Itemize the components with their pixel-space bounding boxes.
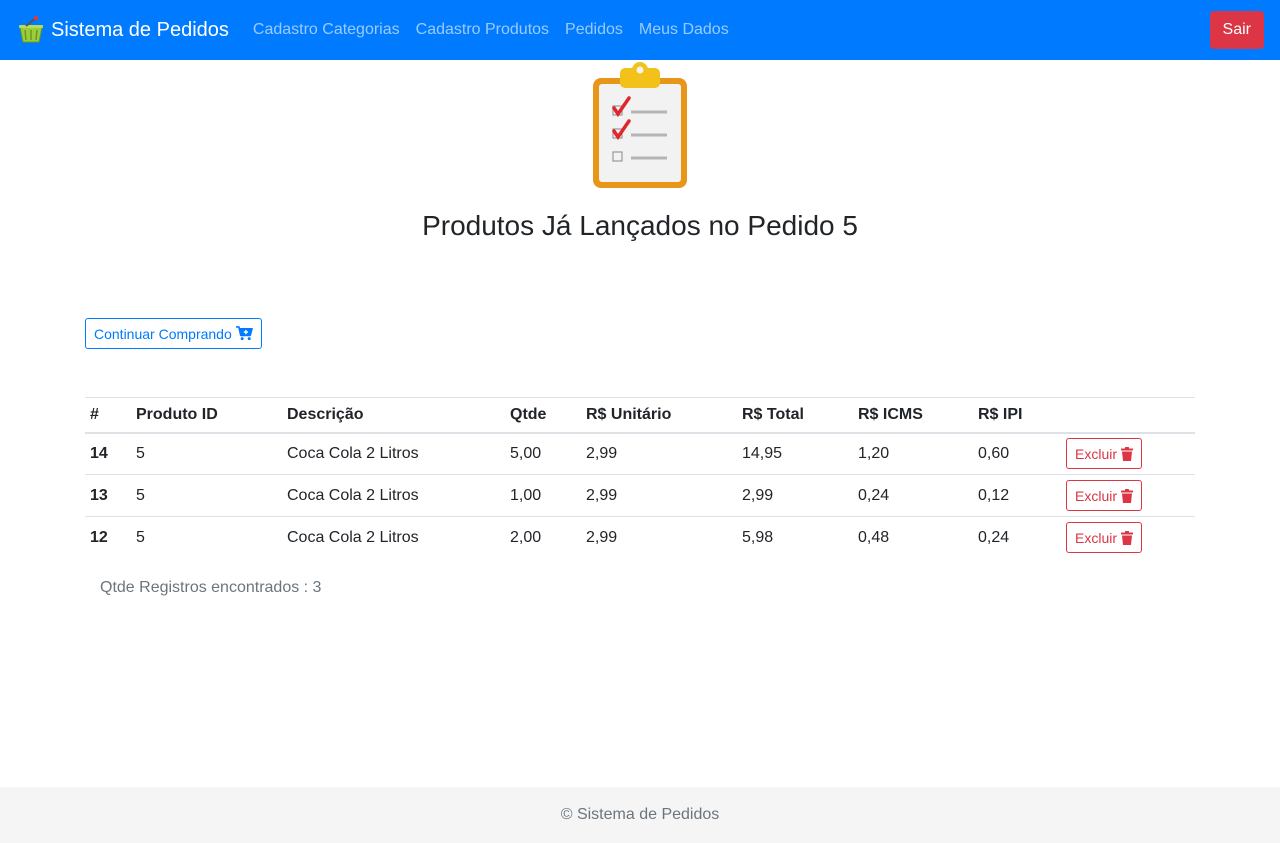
cell-descricao: Coca Cola 2 Litros: [287, 486, 419, 504]
nav-link-pedidos[interactable]: Pedidos: [557, 21, 631, 39]
cell-produto-id: 5: [136, 486, 145, 504]
cell-descricao: Coca Cola 2 Litros: [287, 528, 419, 546]
delete-button[interactable]: Excluir: [1066, 522, 1143, 554]
trash-icon: [1121, 446, 1134, 461]
cell-actions: Excluir: [1061, 517, 1195, 559]
table-row: 14 5 Coca Cola 2 Litros 5,00 2,99 14,95 …: [85, 433, 1195, 475]
page-title: Produtos Já Lançados no Pedido 5: [422, 210, 858, 241]
header-descricao: Descrição: [287, 405, 364, 423]
trash-icon: [1121, 530, 1134, 545]
cell-total: 5,98: [742, 528, 774, 546]
delete-label: Excluir: [1075, 487, 1118, 504]
header-ipi: R$ IPI: [978, 405, 1023, 423]
cell-id: 14: [90, 444, 108, 462]
clipboard-checklist-icon: [593, 62, 687, 188]
delete-label: Excluir: [1075, 529, 1118, 546]
header-unitario: R$ Unitário: [586, 405, 672, 423]
cell-unitario: 2,99: [586, 528, 618, 546]
header-id: #: [90, 405, 99, 423]
delete-button[interactable]: Excluir: [1066, 480, 1143, 511]
basket-icon: [19, 16, 43, 43]
cell-descricao: Coca Cola 2 Litros: [287, 444, 419, 462]
logout-button[interactable]: Sair: [1209, 11, 1264, 49]
footer-text: © Sistema de Pedidos: [560, 806, 720, 823]
delete-button[interactable]: Excluir: [1066, 438, 1143, 470]
delete-label: Excluir: [1075, 445, 1118, 462]
header-icms: R$ ICMS: [858, 405, 923, 423]
cell-icms: 1,20: [858, 444, 890, 462]
nav-link-cadastro-produtos[interactable]: Cadastro Produtos: [408, 21, 557, 39]
header-qtde: Qtde: [510, 405, 547, 423]
cell-ipi: 0,24: [978, 528, 1010, 546]
header-total: R$ Total: [742, 405, 804, 423]
brand-link[interactable]: Sistema de Pedidos: [16, 15, 229, 45]
table-row: 12 5 Coca Cola 2 Litros 2,00 2,99 5,98 0…: [85, 517, 1195, 559]
cell-total: 14,95: [742, 444, 783, 462]
continue-shopping-button[interactable]: Continuar Comprando: [85, 318, 262, 349]
footer: © Sistema de Pedidos: [0, 787, 1280, 843]
cell-produto-id: 5: [136, 444, 145, 462]
table-header-row: # Produto ID Descrição Qtde R$ Unitário …: [85, 397, 1195, 433]
cell-actions: Excluir: [1061, 433, 1195, 475]
cell-id: 12: [90, 528, 108, 546]
brand-label: Sistema de Pedidos: [51, 18, 229, 41]
cell-qtde: 2,00: [510, 528, 542, 546]
continue-shopping-label: Continuar Comprando: [94, 325, 232, 342]
nav-link-meus-dados[interactable]: Meus Dados: [631, 21, 737, 39]
cart-plus-icon: [235, 326, 253, 341]
order-items-table: # Produto ID Descrição Qtde R$ Unitário …: [85, 397, 1195, 559]
cell-total: 2,99: [742, 486, 774, 504]
cell-id: 13: [90, 486, 108, 504]
cell-unitario: 2,99: [586, 486, 618, 504]
cell-qtde: 5,00: [510, 444, 542, 462]
cell-qtde: 1,00: [510, 486, 542, 504]
records-count: Qtde Registros encontrados : 3: [100, 579, 322, 596]
header-produto-id: Produto ID: [136, 405, 218, 423]
cell-actions: Excluir: [1061, 475, 1195, 517]
nav-link-cadastro-categorias[interactable]: Cadastro Categorias: [245, 21, 408, 39]
table-row: 13 5 Coca Cola 2 Litros 1,00 2,99 2,99 0…: [85, 475, 1195, 517]
cell-ipi: 0,12: [978, 486, 1010, 504]
nav-links: Cadastro Categorias Cadastro Produtos Pe…: [245, 21, 737, 39]
header-actions: [1061, 398, 1195, 433]
cell-ipi: 0,60: [978, 444, 1010, 462]
cell-icms: 0,48: [858, 528, 890, 546]
cell-icms: 0,24: [858, 486, 890, 504]
cell-produto-id: 5: [136, 528, 145, 546]
top-navbar: Sistema de Pedidos Cadastro Categorias C…: [0, 0, 1280, 60]
cell-unitario: 2,99: [586, 444, 618, 462]
trash-icon: [1121, 488, 1134, 503]
